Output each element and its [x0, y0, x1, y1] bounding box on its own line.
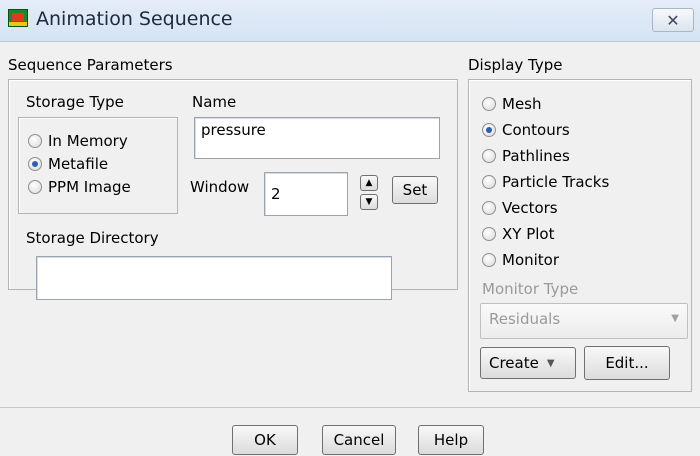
radio-icon	[482, 253, 496, 267]
spin-up-button[interactable]: ▲	[360, 175, 378, 191]
display-option-xy-plot[interactable]: XY Plot	[482, 223, 554, 245]
display-type-label: Display Type	[468, 56, 563, 74]
help-button[interactable]: Help	[418, 425, 484, 455]
app-icon	[8, 9, 28, 27]
radio-icon	[482, 97, 496, 111]
chevron-down-icon: ▼	[671, 313, 679, 324]
create-dropdown-button[interactable]: Create ▼	[480, 347, 576, 379]
display-option-vectors[interactable]: Vectors	[482, 197, 558, 219]
storage-option-metafile[interactable]: Metafile	[28, 153, 108, 175]
radio-icon	[482, 201, 496, 215]
display-option-pathlines[interactable]: Pathlines	[482, 145, 570, 167]
sequence-parameters-label: Sequence Parameters	[8, 56, 173, 74]
radio-icon	[28, 134, 42, 148]
close-icon: ✕	[666, 10, 680, 30]
set-button[interactable]: Set	[392, 176, 438, 204]
title-bar: Animation Sequence ✕	[0, 0, 700, 42]
footer-divider	[0, 407, 700, 408]
storage-directory-label: Storage Directory	[26, 229, 159, 247]
radio-selected-icon	[28, 157, 42, 171]
radio-icon	[482, 149, 496, 163]
name-input[interactable]: pressure	[194, 117, 440, 159]
edit-button[interactable]: Edit...	[584, 346, 670, 380]
chevron-down-icon: ▼	[546, 357, 555, 369]
ok-button[interactable]: OK	[232, 425, 298, 455]
spin-down-icon: ▼	[365, 196, 373, 207]
window-title: Animation Sequence	[36, 8, 233, 30]
window-input[interactable]: 2	[264, 172, 348, 216]
radio-icon	[482, 227, 496, 241]
window-label: Window	[190, 178, 250, 196]
storage-option-in-memory[interactable]: In Memory	[28, 130, 128, 152]
monitor-type-label: Monitor Type	[482, 280, 579, 298]
radio-icon	[482, 175, 496, 189]
spin-up-icon: ▲	[365, 177, 373, 188]
name-label: Name	[192, 93, 237, 111]
display-option-particle-tracks[interactable]: Particle Tracks	[482, 171, 609, 193]
spin-down-button[interactable]: ▼	[360, 194, 378, 210]
storage-type-label: Storage Type	[26, 93, 124, 111]
storage-option-ppm-image[interactable]: PPM Image	[28, 176, 131, 198]
radio-icon	[28, 180, 42, 194]
radio-selected-icon	[482, 123, 496, 137]
monitor-type-select[interactable]: Residuals ▼	[480, 303, 688, 339]
display-option-mesh[interactable]: Mesh	[482, 93, 542, 115]
storage-directory-input[interactable]	[36, 256, 392, 300]
close-button[interactable]: ✕	[652, 8, 694, 32]
cancel-button[interactable]: Cancel	[322, 425, 396, 455]
display-option-monitor[interactable]: Monitor	[482, 249, 559, 271]
display-option-contours[interactable]: Contours	[482, 119, 570, 141]
